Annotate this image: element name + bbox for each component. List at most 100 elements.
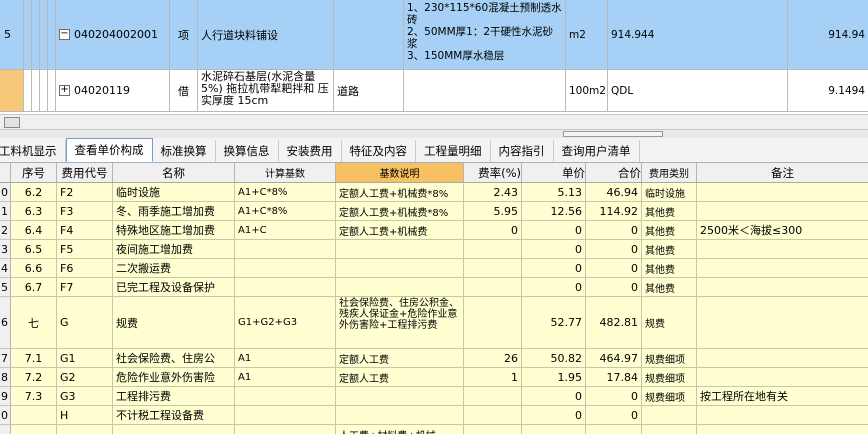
collapse-icon[interactable]: −	[59, 29, 70, 40]
total-price[interactable]: 0	[586, 406, 642, 424]
fee-category[interactable]: 其他费	[642, 278, 697, 296]
seq-no[interactable]: 6.7	[11, 278, 57, 296]
table-row[interactable]: 0 6.2 F2 临时设施 A1+C*8% 定额人工费+机械费*8% 2.43 5.13 46.…	[0, 183, 868, 202]
unit-price[interactable]: 50.82	[522, 349, 586, 367]
tab-2[interactable]: 标准换算	[153, 140, 216, 162]
bill-row[interactable]: 5−040204002001 项人行道块料铺设 1、230*115*60混凝土预制透…	[0, 0, 868, 70]
total-price[interactable]: 0	[586, 278, 642, 296]
fee-name[interactable]: 冬、雨季施工增加费	[113, 202, 235, 220]
rate[interactable]: 26	[464, 349, 522, 367]
seq-no[interactable]: 6.2	[11, 183, 57, 201]
table-row[interactable]: 6 七 G 规费 G1+G2+G3 社会保险费、住房公积金、残疾人保证金+危险作业意外伤害…	[0, 297, 868, 349]
unit-price[interactable]: 0	[522, 387, 586, 405]
unit-price[interactable]: 0	[522, 406, 586, 424]
unit-price[interactable]: 0	[522, 240, 586, 258]
remark[interactable]	[697, 349, 868, 367]
rate[interactable]	[464, 278, 522, 296]
remark[interactable]	[697, 297, 868, 348]
base-desc[interactable]: 定额人工费	[336, 368, 464, 386]
fee-name[interactable]: 临时设施	[113, 183, 235, 201]
fee-category[interactable]: 其他费	[642, 240, 697, 258]
fee-name[interactable]: 已完工程及设备保护	[113, 278, 235, 296]
fee-name[interactable]	[113, 425, 235, 434]
scroll-left-button[interactable]	[4, 117, 20, 128]
seq-no[interactable]: 6.3	[11, 202, 57, 220]
header-1[interactable]: 序号	[11, 163, 57, 182]
base-desc[interactable]: 人工费+材料费+机械	[336, 425, 464, 434]
header-3[interactable]: 名称	[113, 163, 235, 182]
calc-base[interactable]	[235, 240, 336, 258]
table-row[interactable]: 3 6.5 F5 夜间施工增加费 0 0 其他费	[0, 240, 868, 259]
horizontal-scrollbar[interactable]	[0, 114, 868, 130]
item-code-cell[interactable]: +04020119	[56, 70, 170, 111]
tab-5[interactable]: 特征及内容	[342, 140, 416, 162]
rate[interactable]	[464, 240, 522, 258]
header-6[interactable]: 费率(%)	[464, 163, 522, 182]
header-2[interactable]: 费用代号	[57, 163, 113, 182]
fee-code[interactable]: F2	[57, 183, 113, 201]
table-row[interactable]: 9 7.3 G3 工程排污费 0 0 规费细项 按工程所在地有关	[0, 387, 868, 406]
fee-code[interactable]: F4	[57, 221, 113, 239]
fee-code[interactable]	[57, 425, 113, 434]
calc-base[interactable]	[235, 387, 336, 405]
seq-no[interactable]: 7.1	[11, 349, 57, 367]
calc-base[interactable]	[235, 406, 336, 424]
unit-price[interactable]: 1.95	[522, 368, 586, 386]
header-9[interactable]: 费用类别	[642, 163, 697, 182]
unit-price[interactable]	[522, 425, 586, 434]
remark[interactable]: 2500米＜海拔≤300	[697, 221, 868, 239]
base-desc[interactable]: 定额人工费+机械费*8%	[336, 183, 464, 201]
splitter-grip[interactable]	[563, 131, 663, 137]
calc-base[interactable]: A1	[235, 349, 336, 367]
total-price[interactable]	[586, 425, 642, 434]
table-row[interactable]: 1 6.3 F3 冬、雨季施工增加费 A1+C*8% 定额人工费+机械费*8% 5.95 12…	[0, 202, 868, 221]
table-row[interactable]: 人工费+材料费+机械	[0, 425, 868, 434]
tab-8[interactable]: 查询用户清单	[554, 140, 640, 162]
rate[interactable]	[464, 425, 522, 434]
remark[interactable]	[697, 368, 868, 386]
seq-no[interactable]	[11, 406, 57, 424]
tab-3[interactable]: 换算信息	[216, 140, 279, 162]
base-desc[interactable]	[336, 278, 464, 296]
base-desc[interactable]	[336, 240, 464, 258]
seq-no[interactable]: 7.2	[11, 368, 57, 386]
item-name[interactable]: 人行道块料铺设	[198, 0, 334, 69]
rate[interactable]	[464, 387, 522, 405]
unit-price[interactable]: 0	[522, 278, 586, 296]
remark[interactable]: 按工程所在地有关	[697, 387, 868, 405]
fee-code[interactable]: G	[57, 297, 113, 348]
table-row[interactable]: 5 6.7 F7 已完工程及设备保护 0 0 其他费	[0, 278, 868, 297]
total-price[interactable]: 0	[586, 259, 642, 277]
unit-price[interactable]: 52.77	[522, 297, 586, 348]
seq-no[interactable]: 6.4	[11, 221, 57, 239]
tab-7[interactable]: 内容指引	[491, 140, 554, 162]
remark[interactable]	[697, 202, 868, 220]
seq-no[interactable]: 七	[11, 297, 57, 348]
panel-splitter[interactable]	[0, 130, 868, 138]
fee-code[interactable]: G2	[57, 368, 113, 386]
fee-code[interactable]: F5	[57, 240, 113, 258]
fee-code[interactable]: F3	[57, 202, 113, 220]
fee-code[interactable]: F6	[57, 259, 113, 277]
fee-category[interactable]: 临时设施	[642, 183, 697, 201]
table-row[interactable]: 2 6.4 F4 特殊地区施工增加费 A1+C 定额人工费+机械费 0 0 0 其他费 2500米＜…	[0, 221, 868, 240]
fee-name[interactable]: 特殊地区施工增加费	[113, 221, 235, 239]
calc-base[interactable]: A1+C*8%	[235, 183, 336, 201]
total-price[interactable]: 46.94	[586, 183, 642, 201]
calc-base[interactable]: A1	[235, 368, 336, 386]
fee-category[interactable]: 规费细项	[642, 387, 697, 405]
tab-6[interactable]: 工程量明细	[416, 140, 491, 162]
fee-category[interactable]: 其他费	[642, 202, 697, 220]
fee-name[interactable]: 不计税工程设备费	[113, 406, 235, 424]
header-10[interactable]: 备注	[697, 163, 868, 182]
table-row[interactable]: 4 6.6 F6 二次搬运费 0 0 其他费	[0, 259, 868, 278]
total-price[interactable]: 114.92	[586, 202, 642, 220]
expand-icon[interactable]: +	[59, 85, 70, 96]
unit-price[interactable]: 5.13	[522, 183, 586, 201]
calc-base[interactable]: A1+C	[235, 221, 336, 239]
header-4[interactable]: 计算基数	[235, 163, 336, 182]
header-7[interactable]: 单价	[522, 163, 586, 182]
fee-category[interactable]	[642, 406, 697, 424]
remark[interactable]	[697, 183, 868, 201]
remark[interactable]	[697, 278, 868, 296]
